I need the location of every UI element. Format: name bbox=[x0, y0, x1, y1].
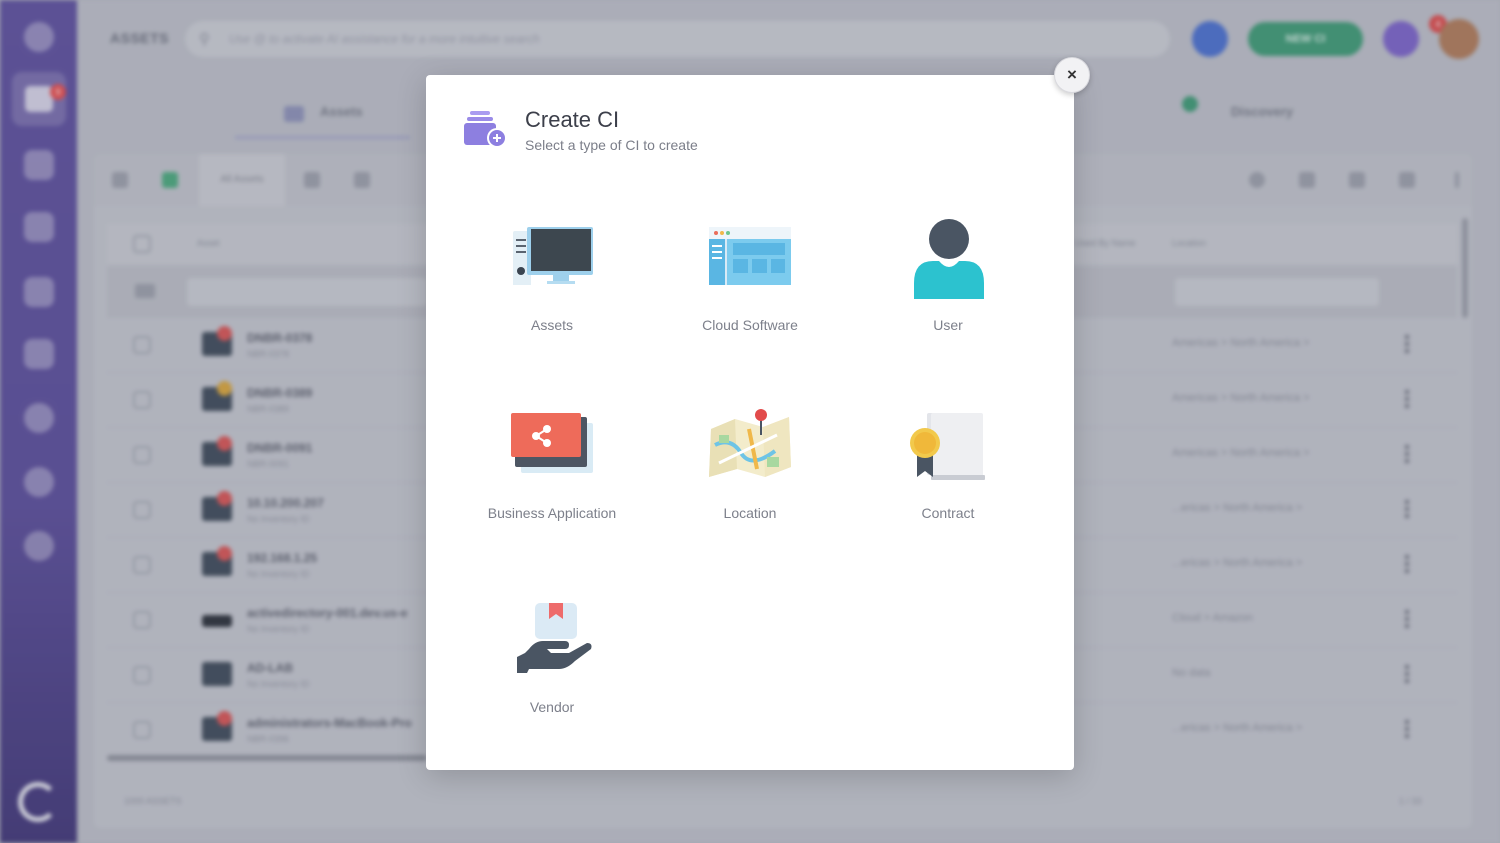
dialog-title: Create CI bbox=[525, 107, 620, 132]
monitor-icon bbox=[513, 227, 593, 285]
option-label: User bbox=[933, 317, 963, 333]
option-label: Business Application bbox=[487, 505, 617, 521]
ci-option-vendor[interactable]: Vendor bbox=[454, 595, 650, 745]
share-app-icon bbox=[511, 413, 593, 473]
cloud-window-icon bbox=[709, 227, 791, 285]
dialog-subtitle: Select a type of CI to create bbox=[525, 137, 698, 153]
ci-option-cloud-software[interactable]: Cloud Software bbox=[652, 215, 848, 365]
option-label: Contract bbox=[921, 505, 975, 521]
map-pin-icon bbox=[709, 409, 791, 477]
ci-option-user[interactable]: User bbox=[850, 215, 1046, 365]
create-ci-dialog: Create CI Select a type of CI to create … bbox=[426, 75, 1074, 770]
certificate-icon bbox=[910, 413, 985, 480]
option-label: Cloud Software bbox=[702, 317, 798, 333]
ci-option-location[interactable]: Location bbox=[652, 405, 848, 555]
option-label: Location bbox=[723, 505, 777, 521]
option-label: Assets bbox=[530, 317, 573, 333]
option-label: Vendor bbox=[529, 699, 575, 715]
create-ci-icon bbox=[464, 111, 507, 148]
ci-option-contract[interactable]: Contract bbox=[850, 405, 1046, 555]
close-dialog-button[interactable]: × bbox=[1054, 57, 1090, 93]
hand-box-icon bbox=[517, 603, 592, 673]
ci-option-business-application[interactable]: Business Application bbox=[454, 405, 650, 555]
ci-option-assets[interactable]: Assets bbox=[454, 215, 650, 365]
user-icon bbox=[914, 219, 984, 299]
